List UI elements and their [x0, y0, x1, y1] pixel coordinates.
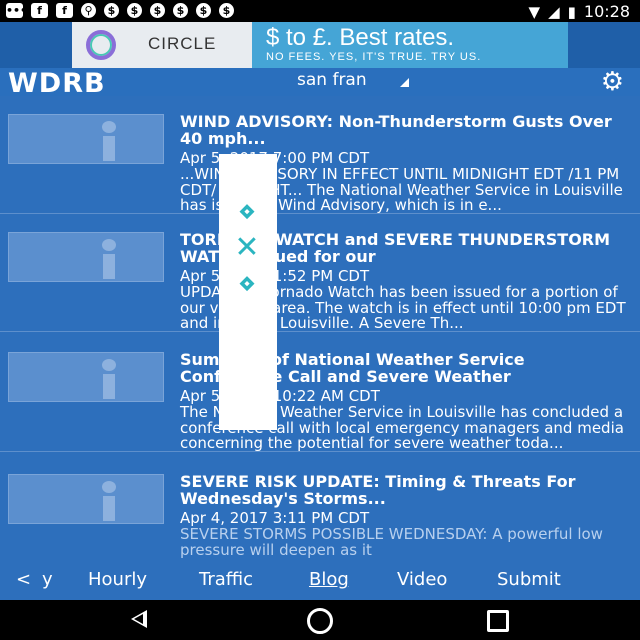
- list-item[interactable]: SEVERE RISK UPDATE: Timing & Threats For…: [0, 456, 640, 558]
- info-icon: [93, 359, 125, 399]
- article-title: SEVERE RISK UPDATE: Timing & Threats For…: [180, 472, 576, 508]
- ad-headline: $ to £. Best rates.: [266, 24, 455, 51]
- cell-signal-icon: ◢: [548, 2, 560, 21]
- tab-blog[interactable]: Blog: [309, 569, 349, 590]
- article-thumbnail: [8, 352, 164, 402]
- tab-hourly[interactable]: Hourly: [88, 569, 147, 590]
- back-icon[interactable]: [131, 610, 147, 628]
- ad-brand-panel[interactable]: CIRCLE: [72, 22, 252, 68]
- article-list[interactable]: WIND ADVISORY: Non-Thunderstorm Gusts Ov…: [0, 96, 640, 558]
- facebook-icon: f: [56, 3, 73, 18]
- dollar-icon: $: [127, 3, 142, 18]
- dollar-icon: $: [150, 3, 165, 18]
- message-icon: •••: [6, 3, 28, 18]
- circle-logo-icon: [86, 30, 116, 60]
- info-icon: [93, 121, 125, 161]
- dropdown-caret-icon[interactable]: [400, 78, 409, 87]
- notification-icons: ••• f f ⚲ $ $ $ $ $ $: [6, 3, 234, 18]
- info-icon: [93, 481, 125, 521]
- article-title: WIND ADVISORY: Non-Thunderstorm Gusts Ov…: [180, 112, 612, 148]
- recent-apps-icon[interactable]: [487, 610, 509, 632]
- status-right: ▼ ◢ ▮ 10:28: [529, 2, 630, 21]
- ad-brand-name: CIRCLE: [148, 34, 217, 53]
- location-selector[interactable]: san fran: [297, 70, 367, 90]
- ad-message-panel[interactable]: $ to £. Best rates. NO FEES. YES, IT'S T…: [252, 22, 568, 68]
- tab-traffic[interactable]: Traffic: [199, 569, 253, 590]
- tab-video[interactable]: Video: [397, 569, 447, 590]
- facebook-icon: f: [31, 3, 48, 18]
- article-thumbnail: [8, 232, 164, 282]
- floating-overlay-panel[interactable]: ⋄ ✕ ⋄: [219, 154, 277, 430]
- ad-banner-strip: CIRCLE $ to £. Best rates. NO FEES. YES,…: [0, 22, 640, 68]
- status-bar: ••• f f ⚲ $ $ $ $ $ $ ▼ ◢ ▮ 10:28: [0, 0, 640, 22]
- article-thumbnail: [8, 114, 164, 164]
- bottom-tab-bar: < y Hourly Traffic Blog Video Submit: [0, 558, 640, 600]
- app-header: WDRB san fran ⚙: [0, 68, 640, 99]
- dollar-icon: $: [219, 3, 234, 18]
- home-icon[interactable]: [307, 608, 333, 634]
- scroll-left-icon[interactable]: <: [16, 569, 31, 590]
- keyhole-icon: ⚲: [81, 3, 96, 18]
- wifi-icon: ▼: [528, 2, 541, 21]
- list-item[interactable]: Summary of National Weather Service Conf…: [0, 334, 640, 452]
- gear-icon[interactable]: ⚙: [601, 69, 624, 95]
- ad-subline: NO FEES. YES, IT'S TRUE. TRY US.: [266, 51, 482, 63]
- tab-partial[interactable]: y: [42, 569, 53, 590]
- system-nav-bar: [0, 600, 640, 640]
- article-thumbnail: [8, 474, 164, 524]
- dollar-icon: $: [173, 3, 188, 18]
- battery-icon: ▮: [567, 2, 576, 21]
- ad-banner[interactable]: CIRCLE $ to £. Best rates. NO FEES. YES,…: [72, 22, 568, 68]
- wdrb-logo: WDRB: [8, 68, 106, 99]
- dollar-icon: $: [196, 3, 211, 18]
- dollar-icon: $: [104, 3, 119, 18]
- list-item[interactable]: WIND ADVISORY: Non-Thunderstorm Gusts Ov…: [0, 96, 640, 214]
- clock: 10:28: [583, 2, 630, 21]
- list-item[interactable]: TORNADO WATCH and SEVERE THUNDERSTORM WA…: [0, 214, 640, 332]
- overlay-glyph-icon: ⋄ ✕ ⋄: [234, 194, 260, 301]
- tab-submit[interactable]: Submit: [497, 569, 561, 590]
- article-summary: SEVERE STORMS POSSIBLE WEDNESDAY: A powe…: [180, 525, 603, 558]
- info-icon: [93, 239, 125, 279]
